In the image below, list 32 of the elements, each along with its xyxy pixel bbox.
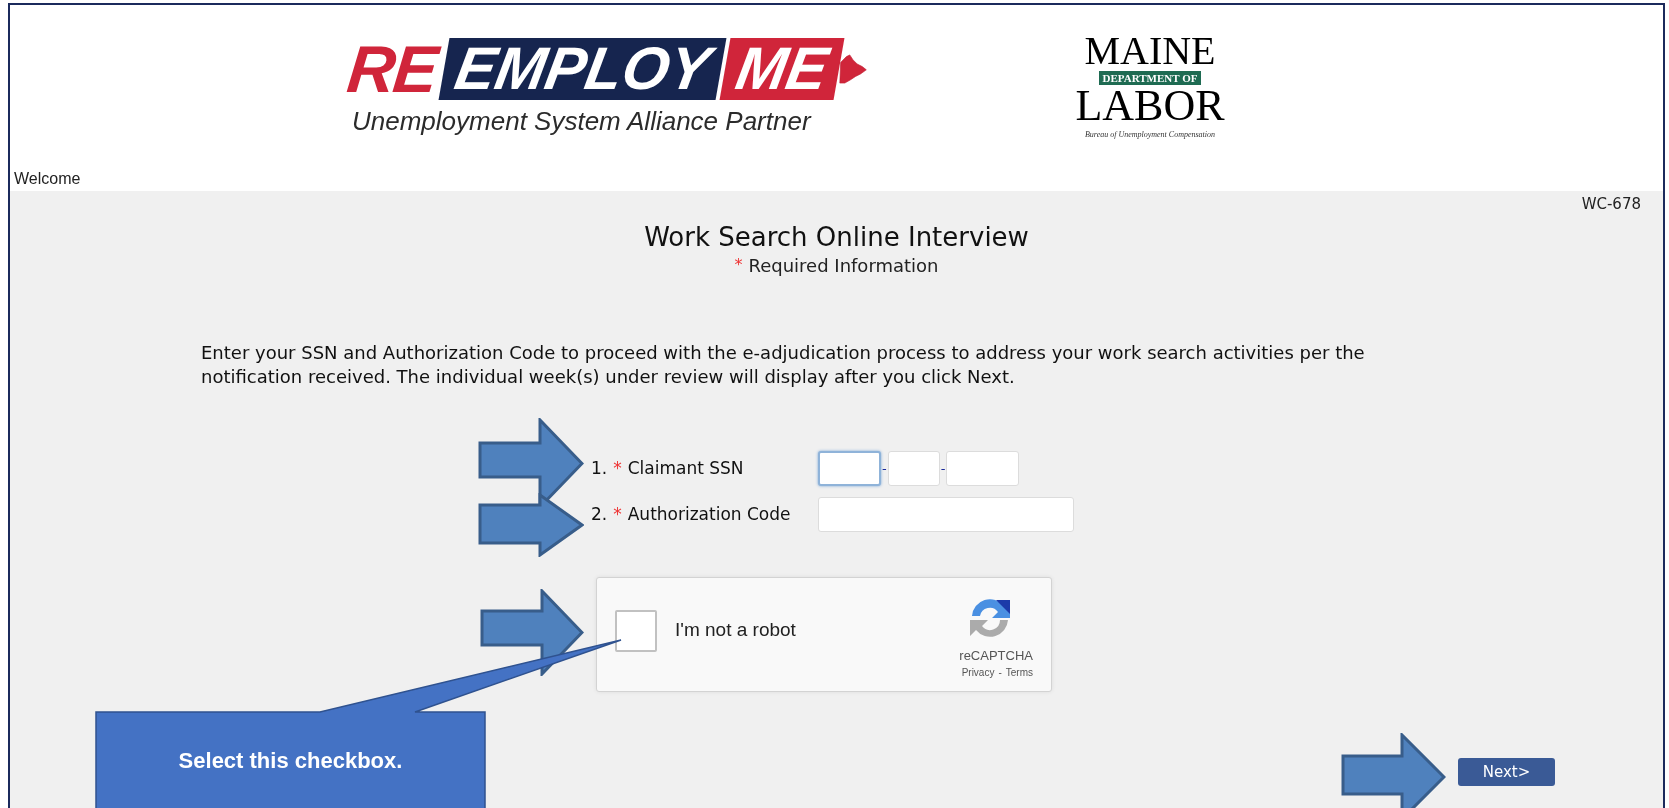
required-marker: * (734, 255, 743, 276)
brand-text: reCAPTCHA (959, 648, 1033, 664)
separator-text: - (881, 459, 888, 478)
welcome-text: Welcome (14, 169, 81, 189)
field-number: 1. (591, 456, 608, 480)
separator-text: - (939, 459, 947, 478)
required-marker: * (613, 456, 622, 480)
logo-heading: LABOR (1075, 85, 1225, 127)
logo-text: ME (719, 38, 845, 100)
separator-text: - (998, 666, 1002, 680)
logo-caption: Bureau of Unemployment Compensation (1084, 129, 1216, 141)
checkbox-label: I'm not a robot (675, 618, 796, 642)
terms-link[interactable]: Terms (1005, 666, 1033, 680)
page-title: Work Search Online Interview (644, 221, 1029, 253)
field-label: Authorization Code (627, 502, 791, 526)
input-field[interactable] (818, 451, 881, 486)
input-field[interactable] (946, 451, 1020, 486)
logo-tagline: Unemployment System Alliance Partner (351, 105, 813, 137)
privacy-link[interactable]: Privacy (961, 666, 995, 680)
required-marker: * (613, 502, 622, 526)
input-field[interactable] (887, 451, 940, 486)
instructions-text: Enter your SSN and Authorization Code to proceed with the e-adjudication process to address your work search activities per the notification received. The individual week(s) under review will display after you click Next. (201, 341, 1366, 389)
checkbox[interactable] (615, 610, 657, 652)
next-button[interactable]: Next> (1458, 758, 1555, 786)
input-field[interactable] (818, 497, 1074, 532)
callout-text: Select this checkbox. (177, 746, 404, 775)
field-label: Claimant SSN (627, 456, 744, 480)
required-note: Required Information (748, 255, 939, 277)
form-code: WC-678 (1581, 195, 1641, 213)
logo-band: DEPARTMENT OF (1098, 71, 1202, 85)
logo-heading: MAINE (1084, 31, 1216, 71)
field-number: 2. (591, 502, 608, 526)
